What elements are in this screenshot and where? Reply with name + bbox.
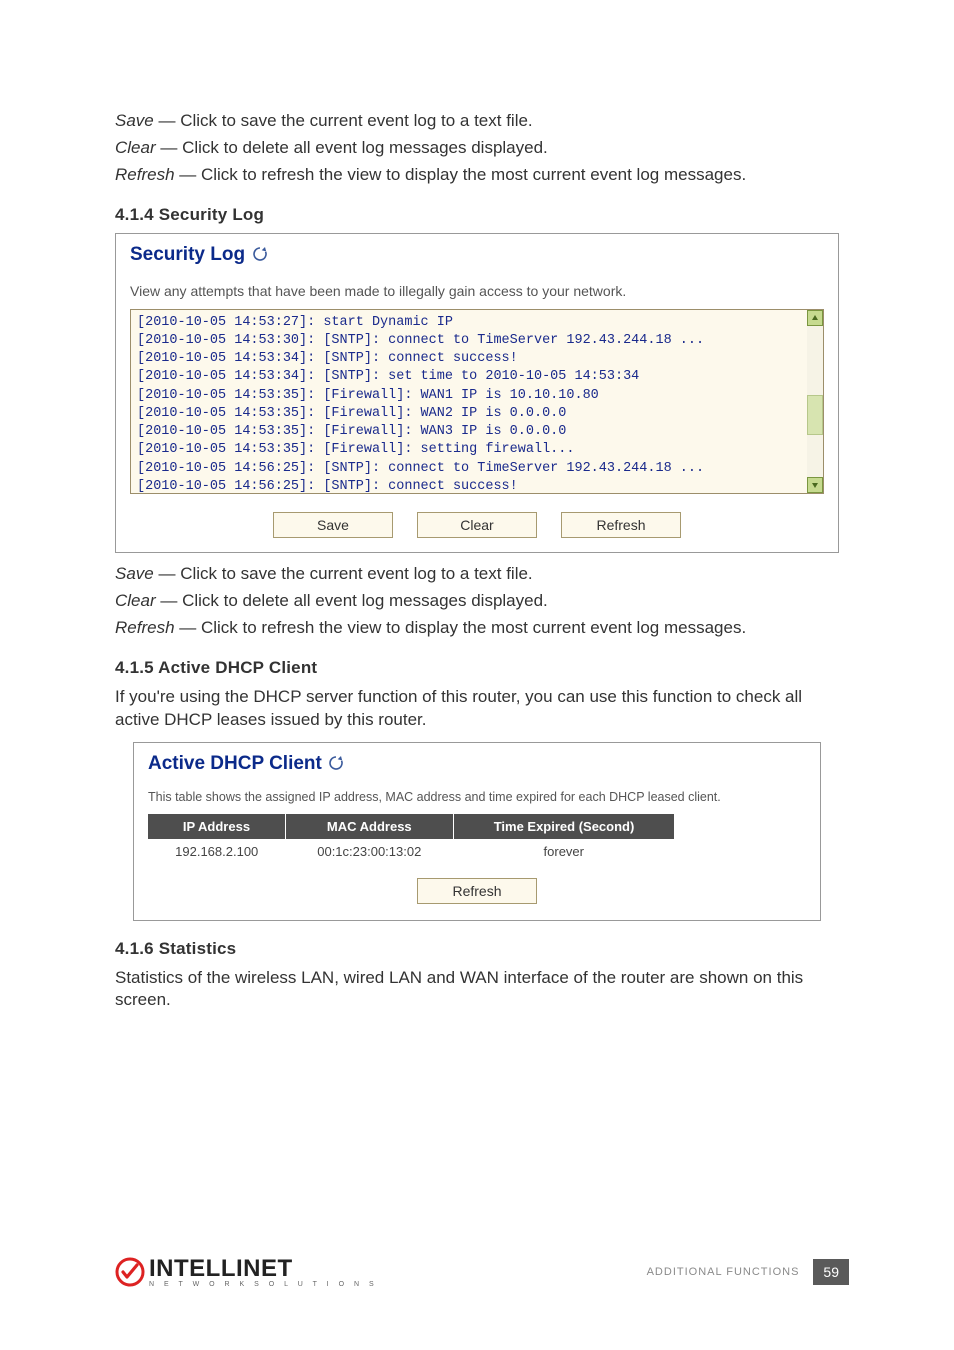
def-clear: Clear — Click to delete all event log me…: [115, 137, 839, 160]
def-clear-term: Clear: [115, 138, 156, 157]
button-row: Save Clear Refresh: [130, 512, 824, 538]
heading-414: 4.1.4 Security Log: [115, 205, 839, 225]
scroll-down-button[interactable]: [807, 477, 823, 493]
footer: INTELLINET N E T W O R K S O L U T I O N…: [115, 1255, 849, 1288]
cell-exp: forever: [453, 839, 674, 864]
def2-refresh-term: Refresh: [115, 618, 175, 637]
page-number: 59: [813, 1259, 849, 1285]
def2-save-desc: — Click to save the current event log to…: [154, 564, 533, 583]
def2-clear: Clear — Click to delete all event log me…: [115, 590, 839, 613]
def-save-term: Save: [115, 111, 154, 130]
security-log-title: Security Log: [130, 244, 245, 265]
def2-save-term: Save: [115, 564, 154, 583]
security-log-panel: Security Log View any attempts that have…: [115, 233, 839, 553]
brand-sub: N E T W O R K S O L U T I O N S: [149, 1281, 378, 1288]
stats-intro: Statistics of the wireless LAN, wired LA…: [115, 967, 839, 1013]
refresh-icon[interactable]: [328, 755, 344, 776]
dhcp-panel: Active DHCP Client This table shows the …: [133, 742, 821, 921]
def-clear-desc: — Click to delete all event log messages…: [156, 138, 548, 157]
cell-ip: 192.168.2.100: [148, 839, 285, 864]
cell-mac: 00:1c:23:00:13:02: [285, 839, 453, 864]
brand-logo: INTELLINET N E T W O R K S O L U T I O N…: [115, 1255, 378, 1288]
refresh-button[interactable]: Refresh: [561, 512, 681, 538]
def2-refresh: Refresh — Click to refresh the view to d…: [115, 617, 839, 640]
def-save-desc: — Click to save the current event log to…: [154, 111, 533, 130]
heading-416: 4.1.6 Statistics: [115, 939, 839, 959]
clear-button[interactable]: Clear: [417, 512, 537, 538]
heading-415: 4.1.5 Active DHCP Client: [115, 658, 839, 678]
footer-right: ADDITIONAL FUNCTIONS 59: [647, 1259, 849, 1285]
dhcp-table: IP Address MAC Address Time Expired (Sec…: [148, 814, 674, 864]
table-header-row: IP Address MAC Address Time Expired (Sec…: [148, 814, 674, 839]
brand-name: INTELLINET: [149, 1255, 378, 1283]
dhcp-btn-wrap: Refresh: [148, 878, 806, 904]
save-button[interactable]: Save: [273, 512, 393, 538]
checkmark-icon: [115, 1257, 145, 1287]
col-expired: Time Expired (Second): [453, 814, 674, 839]
panel-title-row: Security Log: [130, 244, 824, 267]
dhcp-title-row: Active DHCP Client: [148, 753, 806, 776]
dhcp-intro: If you're using the DHCP server function…: [115, 686, 839, 732]
footer-section-label: ADDITIONAL FUNCTIONS: [647, 1266, 800, 1278]
def-save: Save — Click to save the current event l…: [115, 110, 839, 133]
dhcp-refresh-button[interactable]: Refresh: [417, 878, 537, 904]
refresh-icon[interactable]: [252, 246, 268, 267]
def-refresh-desc: — Click to refresh the view to display t…: [175, 165, 747, 184]
def-refresh-term: Refresh: [115, 165, 175, 184]
log-textarea[interactable]: [2010-10-05 14:53:27]: start Dynamic IP …: [131, 310, 823, 493]
dhcp-title: Active DHCP Client: [148, 753, 322, 774]
scrollbar[interactable]: [807, 310, 823, 493]
table-row: 192.168.2.100 00:1c:23:00:13:02 forever: [148, 839, 674, 864]
col-mac: MAC Address: [285, 814, 453, 839]
def2-save: Save — Click to save the current event l…: [115, 563, 839, 586]
def2-refresh-desc: — Click to refresh the view to display t…: [175, 618, 747, 637]
scroll-thumb[interactable]: [807, 395, 823, 435]
security-log-subtitle: View any attempts that have been made to…: [130, 283, 824, 299]
def2-clear-term: Clear: [115, 591, 156, 610]
def-refresh: Refresh — Click to refresh the view to d…: [115, 164, 839, 187]
def2-clear-desc: — Click to delete all event log messages…: [156, 591, 548, 610]
log-container: [2010-10-05 14:53:27]: start Dynamic IP …: [130, 309, 824, 494]
col-ip: IP Address: [148, 814, 285, 839]
dhcp-desc: This table shows the assigned IP address…: [148, 790, 806, 804]
scroll-up-button[interactable]: [807, 310, 823, 326]
